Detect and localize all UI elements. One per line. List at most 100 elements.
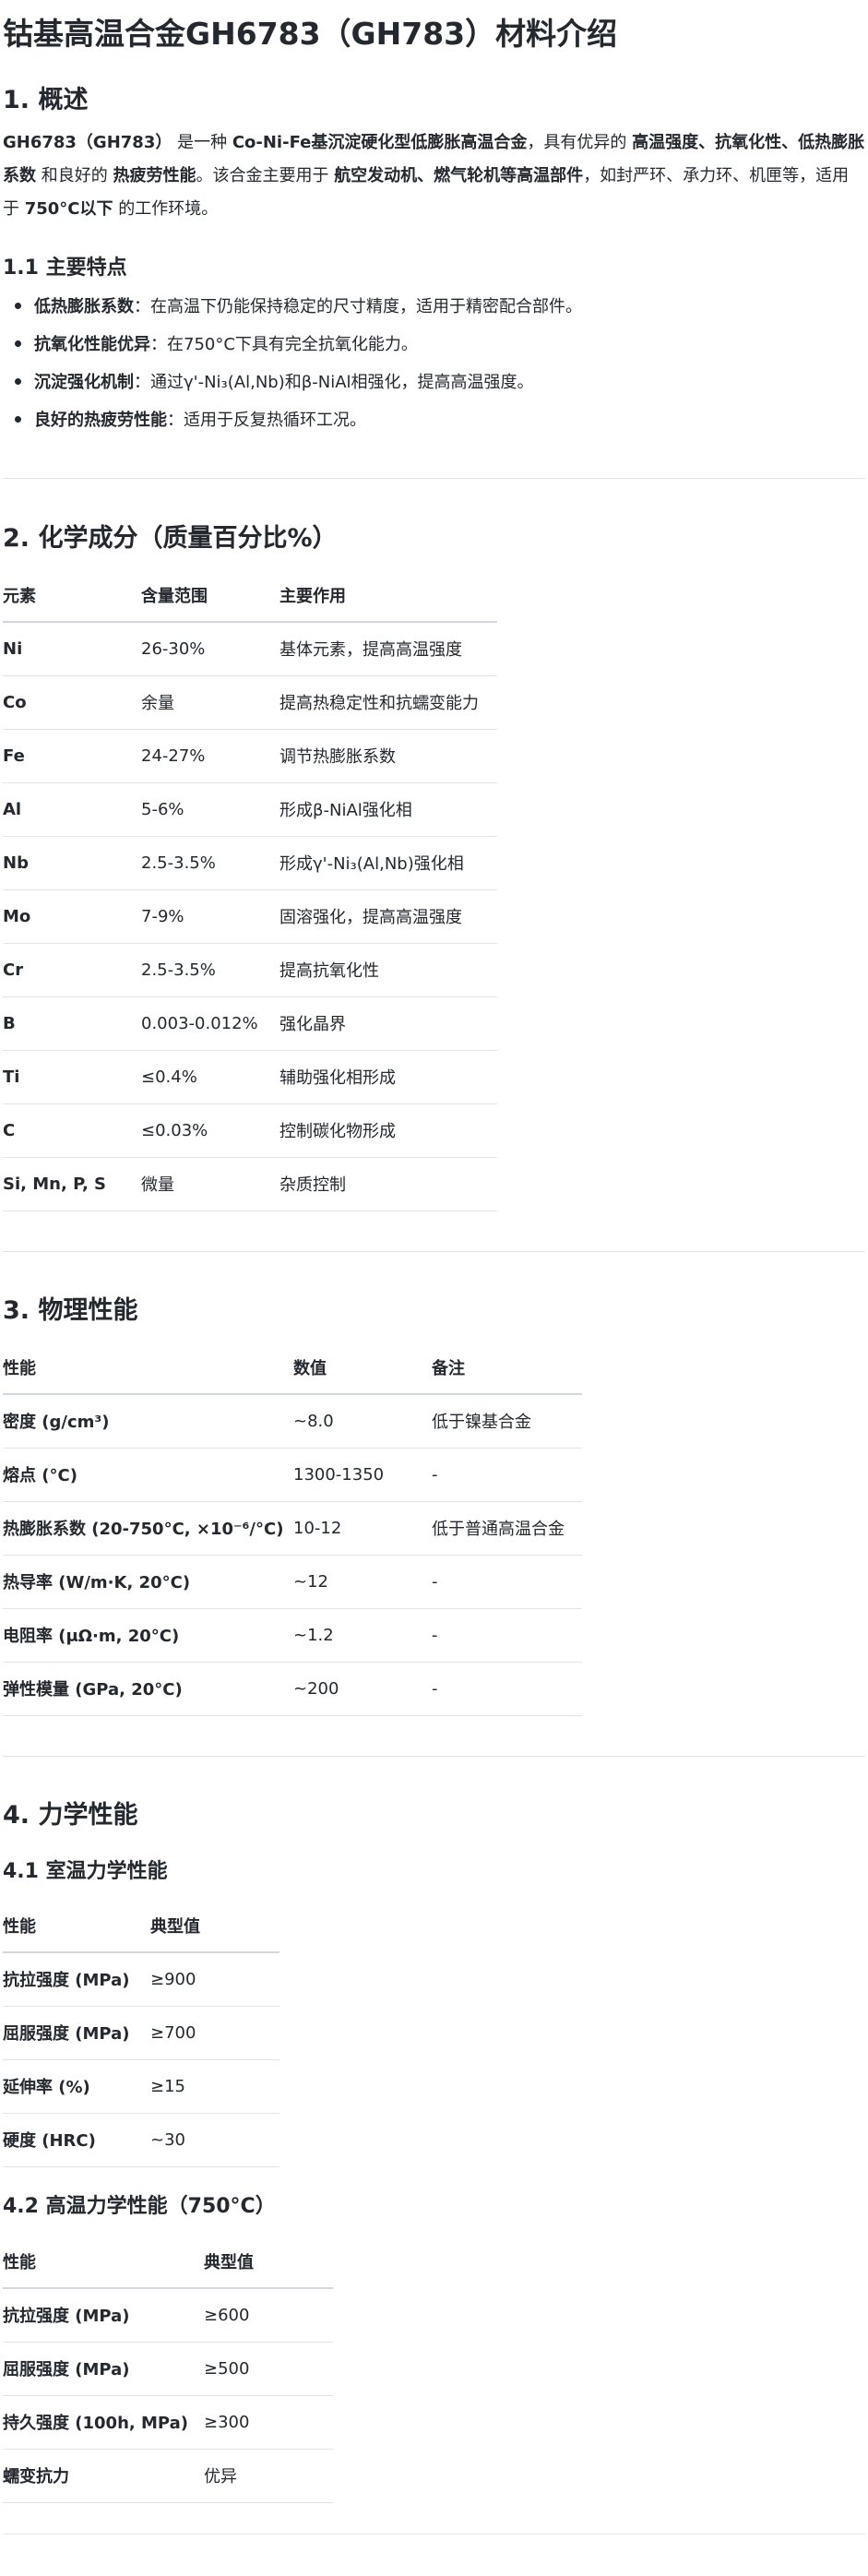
table-cell: 热膨胀系数 (20-750°C, ×10⁻⁶/°C) xyxy=(3,1501,293,1556)
table-cell: 优异 xyxy=(204,2449,333,2503)
table-row: 延伸率 (%) ≥15 xyxy=(3,2059,279,2114)
table-cell: 24-27% xyxy=(141,729,279,783)
intro-text: 。该合金主要用于 xyxy=(196,166,335,185)
column-header: 典型值 xyxy=(204,2235,333,2289)
feature-term: 沉淀强化机制 xyxy=(34,373,134,392)
section-divider xyxy=(3,1756,865,1757)
high-temp-properties-table: 性能 典型值 抗拉强度 (MPa) ≥600 屈服强度 (MPa) ≥500 持久强度 (… xyxy=(3,2235,333,2503)
table-row: 热膨胀系数 (20-750°C, ×10⁻⁶/°C) 10-12 低于普通高温合金 xyxy=(3,1501,582,1556)
table-row: 持久强度 (100h, MPa) ≥300 xyxy=(3,2395,333,2450)
table-cell: 强化晶界 xyxy=(279,996,497,1051)
table-header-row: 性能 数值 备注 xyxy=(3,1341,582,1395)
intro-emphasis: Co-Ni-Fe基沉淀硬化型低膨胀高温合金 xyxy=(232,133,528,152)
feature-description: ：在高温下仍能保持稳定的尺寸精度，适用于精密配合部件。 xyxy=(134,297,582,316)
composition-table: 元素 含量范围 主要作用 Ni 26-30% 基体元素，提高高温强度 Co 余量 提高热稳定性… xyxy=(3,568,497,1211)
table-row: Ni 26-30% 基体元素，提高高温强度 xyxy=(3,622,497,676)
feature-description: ：适用于反复热循环工况。 xyxy=(167,411,366,430)
table-cell: ≤0.4% xyxy=(141,1050,279,1104)
column-header: 典型值 xyxy=(150,1899,279,1953)
subsection-heading-high-temp: 4.2 高温力学性能（750°C） xyxy=(3,2195,276,2218)
table-cell: Ti xyxy=(3,1050,141,1104)
table-cell: 低于镍基合金 xyxy=(432,1394,582,1449)
table-cell: C xyxy=(3,1103,141,1158)
table-cell: 热导率 (W/m·K, 20°C) xyxy=(3,1555,293,1609)
table-cell: Si, Mn, P, S xyxy=(3,1157,141,1211)
column-header: 备注 xyxy=(432,1341,582,1395)
table-row: 密度 (g/cm³) ~8.0 低于镍基合金 xyxy=(3,1394,582,1449)
overview-paragraph: GH6783（GH783） 是一种 Co-Ni-Fe基沉淀硬化型低膨胀高温合金，… xyxy=(3,126,865,226)
intro-text: 和良好的 xyxy=(36,166,113,185)
table-cell: Nb xyxy=(3,836,141,890)
table-cell: Fe xyxy=(3,729,141,783)
table-cell: 辅助强化相形成 xyxy=(279,1050,497,1104)
table-cell: - xyxy=(432,1608,582,1663)
table-cell: - xyxy=(432,1662,582,1716)
column-header: 含量范围 xyxy=(141,568,279,623)
intro-text: 是一种 xyxy=(172,133,232,152)
document-page: 钴基高温合金GH6783（GH783）材料介绍 1. 概述 GH6783（GH7… xyxy=(0,0,868,2576)
table-cell: 杂质控制 xyxy=(279,1157,497,1211)
table-cell: 提高抗氧化性 xyxy=(279,943,497,997)
table-cell: 5-6% xyxy=(141,782,279,837)
table-cell: 形成β-NiAl强化相 xyxy=(279,782,497,837)
table-cell: 延伸率 (%) xyxy=(3,2059,150,2114)
table-cell: ~12 xyxy=(293,1555,432,1609)
feature-description: ：在750°C下具有完全抗氧化能力。 xyxy=(150,335,418,354)
section-heading-overview: 1. 概述 xyxy=(3,86,89,114)
table-cell: ≥500 xyxy=(204,2342,333,2396)
table-row: Co 余量 提高热稳定性和抗蠕变能力 xyxy=(3,675,497,730)
table-cell: 固溶强化，提高高温强度 xyxy=(279,889,497,944)
physical-properties-table: 性能 数值 备注 密度 (g/cm³) ~8.0 低于镍基合金 熔点 (°C) 1300-1… xyxy=(3,1341,582,1716)
feature-term: 低热膨胀系数 xyxy=(34,297,134,316)
table-row: Al 5-6% 形成β-NiAl强化相 xyxy=(3,782,497,837)
table-cell: Ni xyxy=(3,622,141,676)
table-cell: 控制碳化物形成 xyxy=(279,1103,497,1158)
table-row: B 0.003-0.012% 强化晶界 xyxy=(3,996,497,1051)
intro-emphasis: GH6783（GH783） xyxy=(3,133,172,152)
intro-emphasis: 热疲劳性能 xyxy=(113,166,196,185)
table-row: 电阻率 (μΩ·m, 20°C) ~1.2- xyxy=(3,1608,582,1663)
table-cell: 1300-1350 xyxy=(293,1448,432,1502)
table-cell: ≥900 xyxy=(150,1952,279,2007)
table-cell: ~1.2 xyxy=(293,1608,432,1663)
intro-text: ，具有优异的 xyxy=(527,133,633,152)
table-cell: - xyxy=(432,1448,582,1502)
table-cell: 持久强度 (100h, MPa) xyxy=(3,2395,204,2450)
bullet-icon xyxy=(15,416,21,423)
section-heading-composition: 2. 化学成分（质量百分比%） xyxy=(3,524,338,553)
table-cell: 微量 xyxy=(141,1157,279,1211)
table-row: 硬度 (HRC) ~30 xyxy=(3,2113,279,2167)
table-row: Ti ≤0.4% 辅助强化相形成 xyxy=(3,1050,497,1104)
table-cell: ~8.0 xyxy=(293,1394,432,1449)
feature-term: 良好的热疲劳性能 xyxy=(34,411,167,430)
column-header: 元素 xyxy=(3,568,141,623)
table-cell: ≥700 xyxy=(150,2006,279,2060)
table-row: 蠕变抗力 优异 xyxy=(3,2449,333,2503)
table-cell: 7-9% xyxy=(141,889,279,944)
bullet-icon xyxy=(15,378,21,385)
table-cell: Cr xyxy=(3,943,141,997)
column-header: 性能 xyxy=(3,1341,293,1395)
table-cell: ≤0.03% xyxy=(141,1103,279,1158)
feature-list-item: 低热膨胀系数：在高温下仍能保持稳定的尺寸精度，适用于精密配合部件。 xyxy=(15,293,582,317)
table-cell: 形成γ'-Ni₃(Al,Nb)强化相 xyxy=(279,836,497,890)
table-cell: 2.5-3.5% xyxy=(141,836,279,890)
table-row: C ≤0.03% 控制碳化物形成 xyxy=(3,1103,497,1158)
table-cell: 抗拉强度 (MPa) xyxy=(3,1952,150,2007)
column-header: 性能 xyxy=(3,1899,150,1953)
subsection-heading-features: 1.1 主要特点 xyxy=(3,256,127,280)
table-header-row: 性能 典型值 xyxy=(3,1899,279,1953)
section-divider xyxy=(3,1251,865,1252)
feature-list-item: 良好的热疲劳性能：适用于反复热循环工况。 xyxy=(15,407,366,431)
table-cell: 2.5-3.5% xyxy=(141,943,279,997)
column-header: 主要作用 xyxy=(279,568,497,623)
table-cell: ≥15 xyxy=(150,2059,279,2114)
table-cell: 硬度 (HRC) xyxy=(3,2113,150,2167)
table-row: 屈服强度 (MPa) ≥500 xyxy=(3,2342,333,2396)
table-cell: 弹性模量 (GPa, 20°C) xyxy=(3,1662,293,1716)
table-cell: B xyxy=(3,996,141,1051)
table-row: 抗拉强度 (MPa) ≥900 xyxy=(3,1952,279,2007)
table-cell: 屈服强度 (MPa) xyxy=(3,2342,204,2396)
feature-description: ：通过γ'-Ni₃(Al,Nb)和β-NiAl相强化，提高高温强度。 xyxy=(134,373,534,392)
table-row: 屈服强度 (MPa) ≥700 xyxy=(3,2006,279,2060)
